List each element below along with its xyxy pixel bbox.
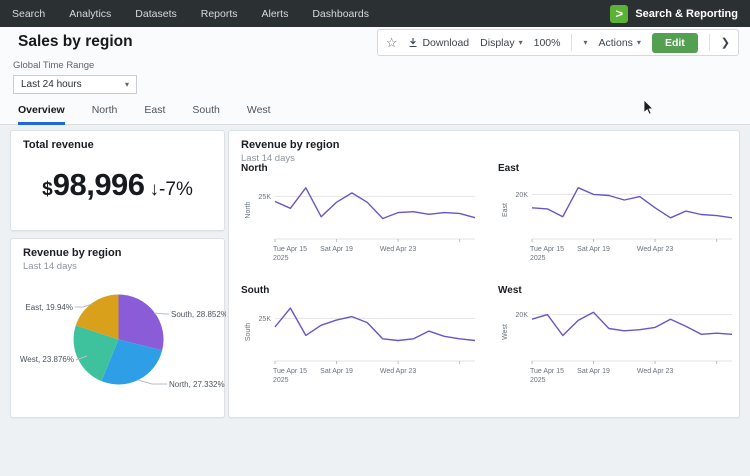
caret-down-icon: ▾: [125, 80, 129, 89]
chevron-right-icon[interactable]: ❯: [721, 36, 730, 49]
edit-button[interactable]: Edit: [652, 33, 698, 53]
svg-text:East, 19.94%: East, 19.94%: [25, 303, 73, 312]
nav-item-search[interactable]: Search: [12, 8, 45, 20]
page-header: Sales by region ☆ Download Display ▾ 100…: [0, 27, 750, 125]
svg-text:West: West: [502, 324, 509, 340]
dashboard-toolbar: ☆ Download Display ▾ 100% ▾ Actions ▾ Ed…: [377, 29, 739, 56]
display-label: Display: [480, 37, 514, 49]
toolbar-divider: [571, 34, 572, 51]
splunk-logo-icon: >: [610, 5, 628, 23]
tab-overview[interactable]: Overview: [18, 104, 65, 125]
page-title: Sales by region: [18, 33, 133, 51]
chart-title: East: [498, 163, 738, 174]
chart-title: West: [498, 285, 738, 296]
mouse-cursor: [644, 100, 656, 118]
tab-north[interactable]: North: [92, 104, 118, 125]
actions-menu-button[interactable]: Actions ▾: [598, 37, 640, 49]
display-menu-button[interactable]: Display ▾: [480, 37, 522, 49]
svg-text:25K: 25K: [259, 316, 272, 323]
nav-item-dashboards[interactable]: Dashboards: [312, 8, 369, 20]
line-chart-north: North 25K North Tue Apr 152025 Sat Apr 19 We…: [241, 163, 481, 270]
line-chart-west: West 20K West Tue Apr 152025 Sat Apr 19 Wed …: [498, 285, 738, 392]
line-chart-grid: North 25KNorthTue Apr 152025Sat Apr 19We…: [241, 163, 738, 392]
north-line-chart: 25K North Tue Apr 152025 Sat Apr 19 Wed Apr …: [241, 175, 481, 265]
panel-title: Revenue by region: [241, 139, 727, 151]
global-time-range: Global Time Range Last 24 hours ▾: [13, 60, 137, 94]
top-nav: Search Analytics Datasets Reports Alerts…: [0, 0, 750, 27]
tab-east[interactable]: East: [144, 104, 165, 125]
svg-text:East: East: [502, 203, 509, 217]
line-chart-east: East 20K East Tue Apr 152025 Sat Apr 19 Wed …: [498, 163, 738, 270]
revenue-by-region-pie-panel: Revenue by region Last 14 days South, 28…: [10, 238, 225, 418]
svg-text:Wed Apr 23: Wed Apr 23: [380, 246, 417, 253]
chart-title: North: [241, 163, 481, 174]
revenue-by-region-lines-panel: Revenue by region Last 14 days North 25K…: [228, 130, 740, 418]
svg-text:Wed Apr 23: Wed Apr 23: [637, 368, 674, 375]
svg-text:North: North: [245, 201, 252, 218]
favorite-star-icon[interactable]: ☆: [386, 35, 398, 51]
west-line-chart: 20K West Tue Apr 152025 Sat Apr 19 Wed Apr 2…: [498, 297, 738, 387]
tab-west[interactable]: West: [247, 104, 271, 125]
svg-text:Tue Apr 152025: Tue Apr 152025: [530, 246, 564, 262]
svg-text:Sat Apr 19: Sat Apr 19: [577, 368, 610, 375]
svg-text:20K: 20K: [516, 192, 529, 199]
chart-title: South: [241, 285, 481, 296]
svg-text:Tue Apr 152025: Tue Apr 152025: [273, 368, 307, 384]
app-name: Search & Reporting: [635, 8, 738, 20]
pie-chart: South, 28.852% North, 27.332% West, 23.876…: [11, 267, 226, 415]
time-range-label: Global Time Range: [13, 60, 137, 71]
total-revenue-panel: Total revenue $ 98,996 ↓-7%: [10, 130, 225, 231]
svg-text:Sat Apr 19: Sat Apr 19: [320, 246, 353, 253]
svg-text:Tue Apr 152025: Tue Apr 152025: [530, 368, 564, 384]
download-button[interactable]: Download: [408, 37, 469, 49]
svg-text:West, 23.876%: West, 23.876%: [20, 355, 74, 364]
time-range-select[interactable]: Last 24 hours ▾: [13, 75, 137, 94]
app-switcher[interactable]: > Search & Reporting: [610, 5, 738, 23]
caret-down-icon: ▾: [637, 38, 641, 47]
nav-item-analytics[interactable]: Analytics: [69, 8, 111, 20]
svg-text:South, 28.852%: South, 28.852%: [171, 310, 226, 319]
actions-label: Actions: [598, 37, 632, 49]
svg-text:Tue Apr 152025: Tue Apr 152025: [273, 246, 307, 262]
download-icon: [408, 37, 418, 48]
time-range-value: Last 24 hours: [21, 79, 82, 90]
nav-item-reports[interactable]: Reports: [201, 8, 238, 20]
zoom-dropdown-button[interactable]: ▾: [583, 38, 587, 47]
panel-title: Total revenue: [23, 139, 212, 151]
zoom-level[interactable]: 100%: [534, 37, 561, 49]
svg-text:25K: 25K: [259, 194, 272, 201]
total-revenue-value: $ 98,996 ↓-7%: [11, 167, 224, 203]
delta-percent: -7%: [159, 179, 193, 200]
revenue-number: 98,996: [53, 167, 145, 203]
revenue-delta: ↓-7%: [150, 179, 193, 201]
svg-text:Sat Apr 19: Sat Apr 19: [320, 368, 353, 375]
nav-item-alerts[interactable]: Alerts: [262, 8, 289, 20]
caret-down-icon: ▾: [519, 38, 523, 47]
nav-item-datasets[interactable]: Datasets: [135, 8, 176, 20]
svg-text:South: South: [245, 323, 252, 341]
download-label: Download: [422, 37, 469, 49]
toolbar-divider: [709, 34, 710, 51]
tab-south[interactable]: South: [192, 104, 219, 125]
dashboard-tabs: Overview North East South West: [18, 104, 271, 125]
svg-text:20K: 20K: [516, 312, 529, 319]
east-line-chart: 20K East Tue Apr 152025 Sat Apr 19 Wed Apr 2…: [498, 175, 738, 265]
arrow-down-icon: ↓: [150, 179, 160, 200]
panel-title: Revenue by region: [23, 247, 212, 259]
svg-text:Wed Apr 23: Wed Apr 23: [637, 246, 674, 253]
currency-symbol: $: [42, 179, 53, 201]
south-line-chart: 25K South Tue Apr 152025 Sat Apr 19 Wed Apr …: [241, 297, 481, 387]
svg-text:Sat Apr 19: Sat Apr 19: [577, 246, 610, 253]
svg-text:North, 27.332%: North, 27.332%: [169, 380, 225, 389]
svg-text:Wed Apr 23: Wed Apr 23: [380, 368, 417, 375]
line-chart-south: South 25K South Tue Apr 152025 Sat Apr 19 We…: [241, 285, 481, 392]
